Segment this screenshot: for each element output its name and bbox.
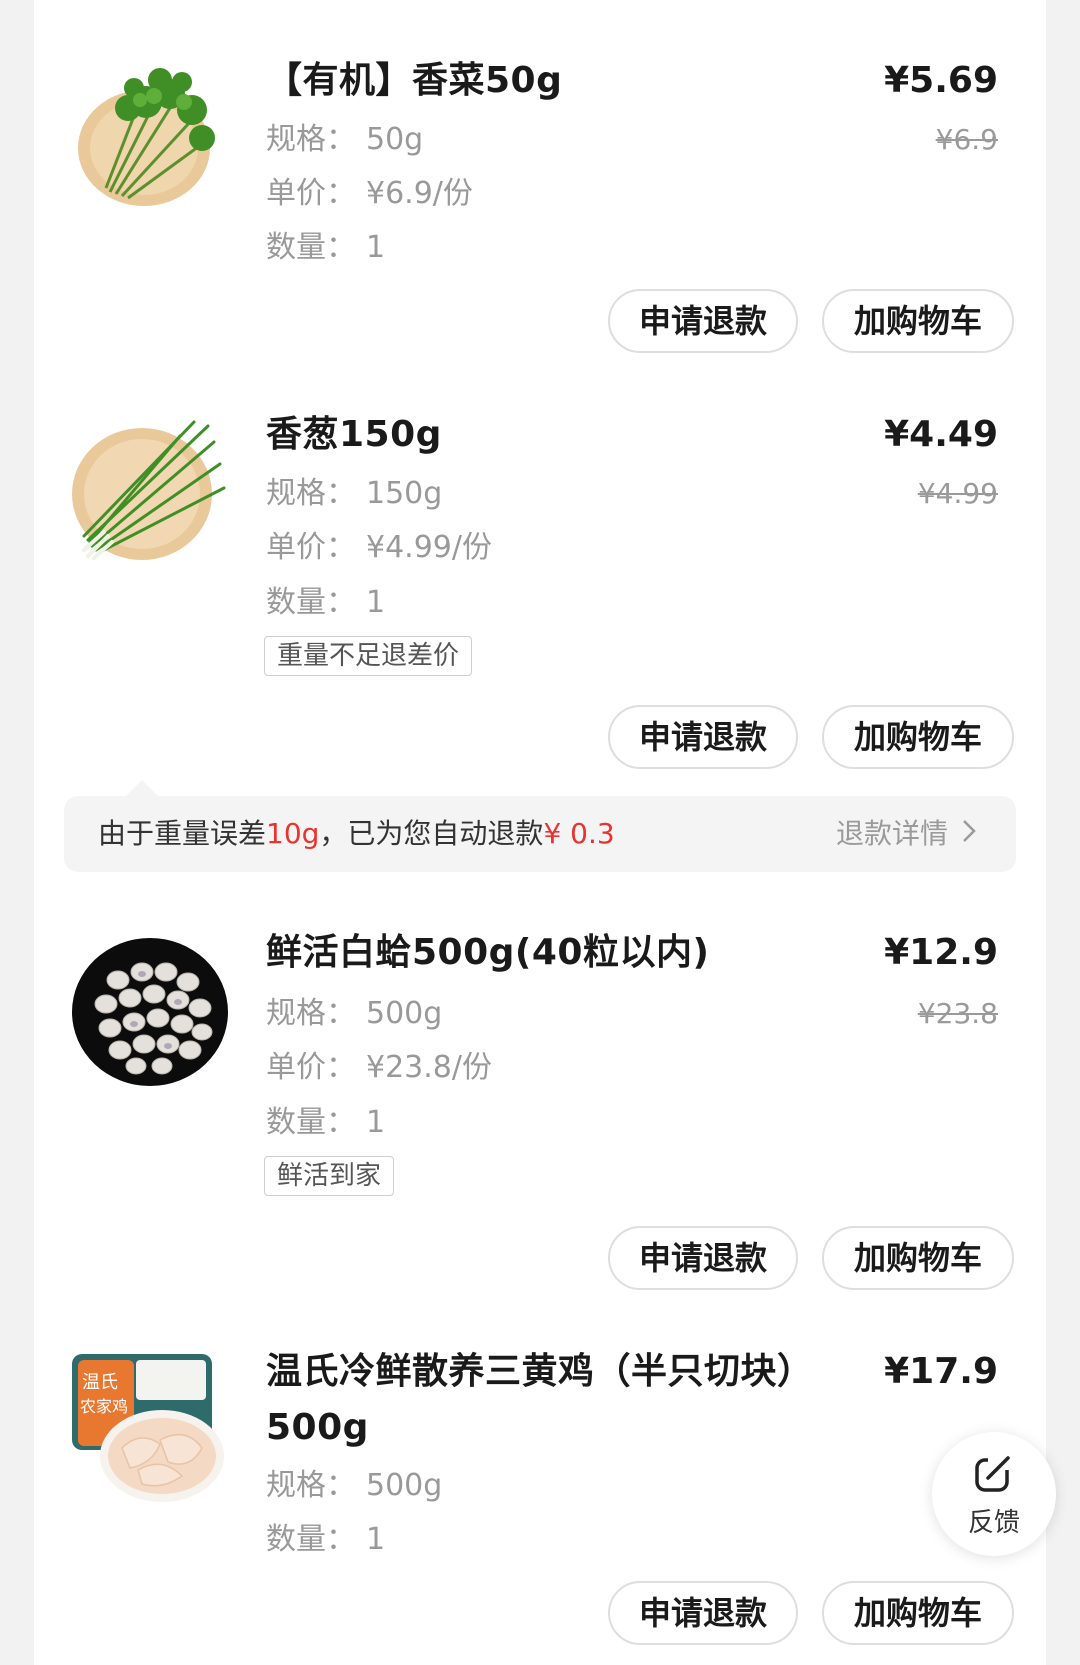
item-title-line-2[interactable]: 500g — [266, 1401, 369, 1455]
scallion-thumbnail[interactable] — [70, 412, 230, 572]
spec-label: 规格： — [266, 476, 356, 511]
unit-price-label: 单价： — [266, 176, 356, 211]
item-spec: 规格： 500g — [266, 1466, 442, 1506]
item-price: ¥17.9 — [884, 1351, 998, 1392]
item-original-price: ¥4.99 — [917, 477, 998, 510]
clam-thumbnail[interactable] — [70, 932, 230, 1092]
chevron-right-icon — [962, 796, 976, 872]
cilantro-thumbnail[interactable] — [70, 52, 230, 212]
quantity-value: 1 — [366, 230, 386, 265]
edit-icon — [974, 1454, 1014, 1494]
quantity-value: 1 — [366, 585, 386, 620]
item-unit-price: 单价： ¥6.9/份 — [266, 174, 473, 214]
item-title[interactable]: 【有机】香菜50g — [266, 54, 562, 108]
notice-weight: 10g — [266, 817, 320, 850]
item-tag: 鲜活到家 — [264, 1156, 395, 1196]
refund-detail-label: 退款详情 — [835, 817, 948, 850]
unit-price-label: 单价： — [266, 530, 356, 565]
item-quantity: 数量： 1 — [266, 583, 385, 623]
refund-button[interactable]: 申请退款 — [608, 705, 798, 769]
spec-value: 50g — [366, 122, 424, 157]
item-title[interactable]: 鲜活白蛤500g(40粒以内) — [266, 926, 709, 980]
quantity-label: 数量： — [266, 1105, 356, 1140]
item-quantity: 数量： 1 — [266, 1103, 385, 1143]
item-unit-price: 单价： ¥23.8/份 — [266, 1048, 492, 1088]
auto-refund-notice: 由于重量误差10g，已为您自动退款¥ 0.3 退款详情 — [64, 780, 1016, 872]
item-price: ¥4.49 — [884, 414, 998, 455]
quantity-value: 1 — [366, 1522, 386, 1557]
spec-value: 500g — [366, 996, 443, 1031]
feedback-label: 反馈 — [967, 1508, 1020, 1538]
notice-pointer — [126, 780, 158, 796]
spec-label: 规格： — [266, 996, 356, 1031]
item-title-line-1[interactable]: 温氏冷鲜散养三黄鸡（半只切块） — [266, 1345, 814, 1399]
add-to-cart-button[interactable]: 加购物车 — [822, 1226, 1014, 1290]
feedback-button[interactable]: 反馈 — [932, 1432, 1056, 1556]
refund-button[interactable]: 申请退款 — [608, 289, 798, 353]
spec-label: 规格： — [266, 122, 356, 157]
notice-prefix: 由于重量误差 — [98, 817, 267, 850]
item-price: ¥12.9 — [884, 932, 998, 973]
refund-button[interactable]: 申请退款 — [608, 1581, 798, 1645]
item-price: ¥5.69 — [884, 60, 998, 101]
add-to-cart-button[interactable]: 加购物车 — [822, 705, 1014, 769]
item-original-price: ¥6.9 — [935, 123, 998, 156]
refund-button[interactable]: 申请退款 — [608, 1226, 798, 1290]
item-quantity: 数量： 1 — [266, 1520, 385, 1560]
add-to-cart-button[interactable]: 加购物车 — [822, 289, 1014, 353]
package-text-1: 温氏 — [82, 1372, 118, 1393]
item-title[interactable]: 香葱150g — [266, 408, 442, 462]
item-spec: 规格： 150g — [266, 474, 442, 514]
unit-price-value: ¥4.99/份 — [366, 530, 492, 565]
spec-value: 150g — [366, 476, 443, 511]
quantity-label: 数量： — [266, 1522, 356, 1557]
quantity-label: 数量： — [266, 230, 356, 265]
item-original-price: ¥23.8 — [917, 997, 998, 1030]
package-text-2: 农家鸡 — [80, 1397, 128, 1416]
item-spec: 规格： 500g — [266, 994, 442, 1034]
item-tag: 重量不足退差价 — [264, 636, 473, 676]
notice-message: 由于重量误差10g，已为您自动退款¥ 0.3 — [98, 796, 615, 872]
spec-label: 规格： — [266, 1468, 356, 1503]
quantity-label: 数量： — [266, 585, 356, 620]
quantity-value: 1 — [366, 1105, 386, 1140]
notice-middle: ，已为您自动退款 — [319, 817, 544, 850]
notice-amount: ¥ 0.3 — [543, 817, 615, 850]
refund-detail-link[interactable]: 退款详情 — [836, 796, 976, 872]
item-unit-price: 单价： ¥4.99/份 — [266, 528, 492, 568]
item-quantity: 数量： 1 — [266, 228, 385, 268]
order-items-card: 【有机】香菜50g ¥5.69 ¥6.9 规格： 50g 单价： ¥6.9/份 数量… — [34, 0, 1046, 1665]
spec-value: 500g — [366, 1468, 443, 1503]
unit-price-value: ¥23.8/份 — [366, 1050, 492, 1085]
item-spec: 规格： 50g — [266, 120, 423, 160]
add-to-cart-button[interactable]: 加购物车 — [822, 1581, 1014, 1645]
chicken-thumbnail[interactable]: 温氏 农家鸡 — [70, 1352, 230, 1512]
unit-price-value: ¥6.9/份 — [366, 176, 473, 211]
unit-price-label: 单价： — [266, 1050, 356, 1085]
